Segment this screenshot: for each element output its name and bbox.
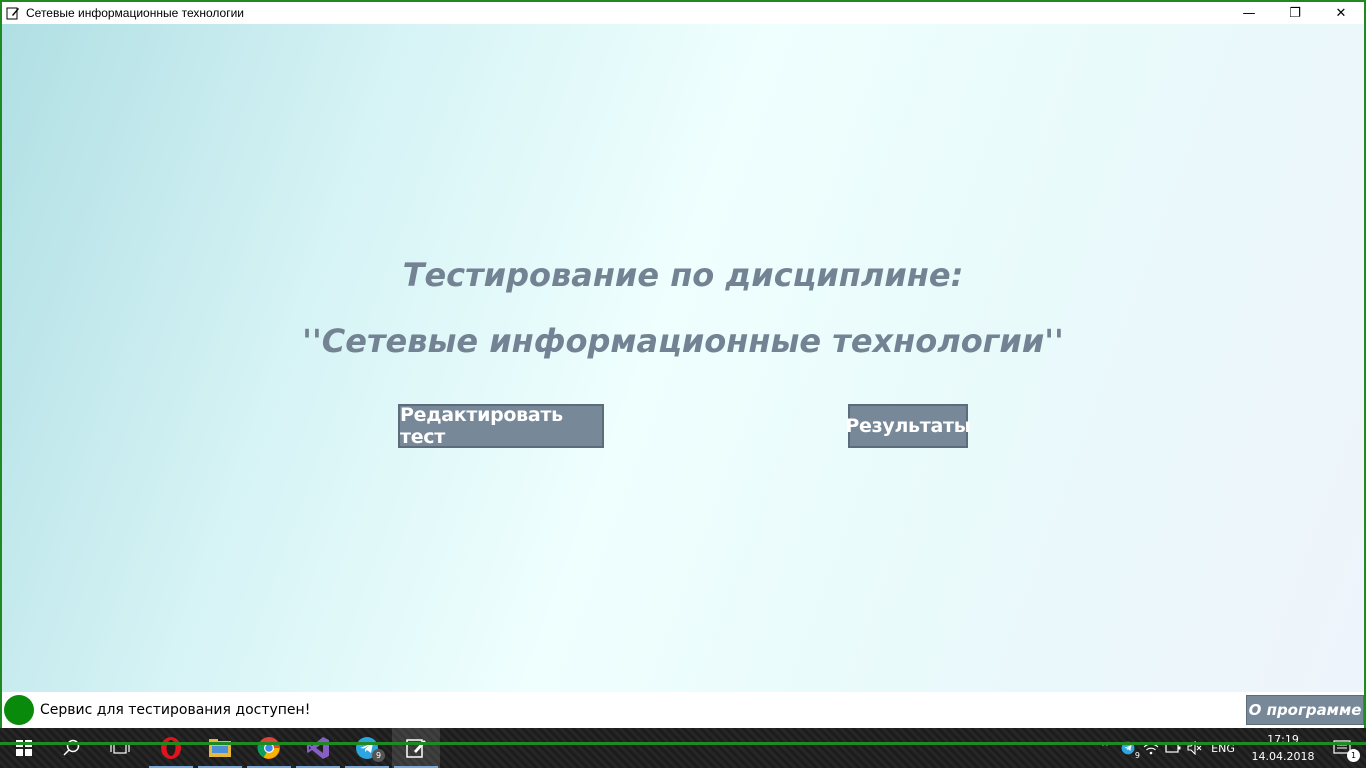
- task-view-button[interactable]: [96, 728, 144, 768]
- start-button[interactable]: [0, 728, 48, 768]
- app-window: Сетевые информационные технологии — ❐ ✕ …: [0, 0, 1366, 742]
- edit-test-button[interactable]: Редактировать тест: [398, 404, 604, 448]
- edit-app-icon: [5, 5, 21, 21]
- clock[interactable]: 17:19 14.04.2018: [1248, 731, 1318, 765]
- status-bar: Сервис для тестирования доступен! О прог…: [2, 692, 1364, 728]
- visual-studio-icon: [307, 737, 329, 759]
- clock-date: 14.04.2018: [1251, 750, 1315, 763]
- opera-icon: [161, 737, 181, 759]
- notifications-badge: 1: [1347, 749, 1360, 762]
- window-title: Сетевые информационные технологии: [26, 6, 244, 20]
- chrome-icon: [257, 737, 280, 759]
- about-button[interactable]: О программе: [1246, 695, 1364, 725]
- folder-icon: [209, 739, 231, 757]
- telegram-unread-badge: 9: [372, 749, 385, 762]
- window-controls: — ❐ ✕: [1226, 2, 1364, 24]
- main-content: Тестирование по дисциплине: ''Сетевые ин…: [2, 24, 1364, 692]
- taskbar-notepad-app[interactable]: [392, 728, 440, 768]
- edit-app-icon: [406, 739, 426, 758]
- results-button[interactable]: Результаты: [845, 404, 971, 448]
- taskbar-telegram[interactable]: 9: [343, 728, 391, 768]
- discipline-name: ''Сетевые информационные технологии'': [302, 322, 1064, 360]
- tray-telegram-badge: 9: [1134, 751, 1140, 760]
- page-title: Тестирование по дисциплине:: [402, 256, 964, 294]
- taskbar: 9 ⌃ 9 ENG 17:19 14.04.2018 1: [0, 728, 1366, 768]
- title-bar[interactable]: Сетевые информационные технологии — ❐ ✕: [2, 2, 1364, 24]
- status-indicator-icon: [4, 695, 34, 725]
- taskbar-visual-studio[interactable]: [294, 728, 342, 768]
- clock-time: 17:19: [1267, 733, 1299, 746]
- taskbar-opera[interactable]: [147, 728, 195, 768]
- window-border-bottom: [0, 742, 1366, 745]
- action-center-button[interactable]: 1: [1318, 728, 1366, 768]
- system-tray: ⌃ 9 ENG: [1094, 728, 1240, 768]
- status-text: Сервис для тестирования доступен!: [40, 702, 311, 718]
- minimize-button[interactable]: —: [1226, 2, 1272, 24]
- search-button[interactable]: [48, 728, 96, 768]
- close-button[interactable]: ✕: [1318, 2, 1364, 24]
- taskbar-chrome[interactable]: [245, 728, 293, 768]
- restore-button[interactable]: ❐: [1272, 2, 1318, 24]
- taskbar-file-explorer[interactable]: [196, 728, 244, 768]
